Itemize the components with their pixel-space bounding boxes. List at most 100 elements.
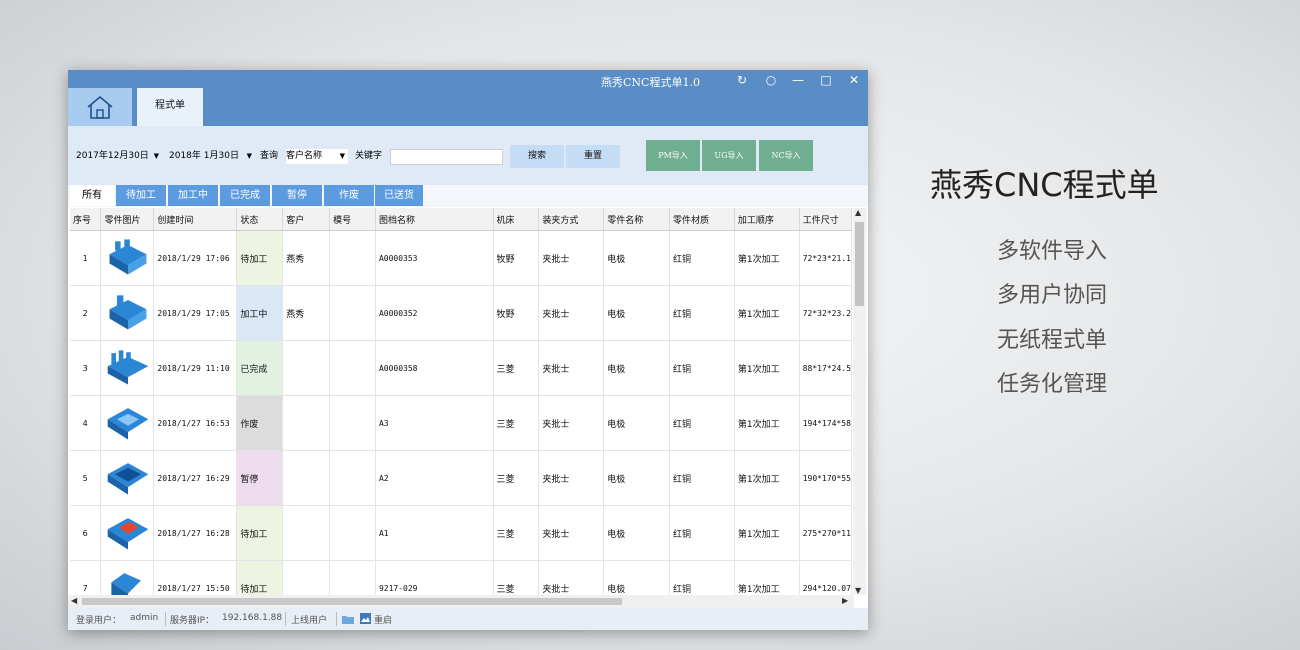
cell-process-order: 第1次加工 xyxy=(734,505,800,561)
online-users-label[interactable]: 上线用户 xyxy=(291,613,327,626)
image-icon[interactable] xyxy=(360,613,371,624)
app-window: 燕秀CNC程式单1.0 ↻ ○ — □ ✕ 程式单 2017年12月30日 ▼ 2… xyxy=(68,70,868,630)
settings-icon[interactable]: ○ xyxy=(763,72,779,88)
cell-clamp: 夹批士 xyxy=(538,395,605,451)
cell-process-order: 第1次加工 xyxy=(734,560,800,595)
cell-machine: 牧野 xyxy=(493,285,540,341)
cell-created-time: 2018/1/27 16:53 xyxy=(153,395,238,451)
restart-label[interactable]: 重启 xyxy=(374,613,392,626)
tab-all[interactable]: 所有 xyxy=(70,185,114,206)
column-header-status[interactable]: 状态 xyxy=(236,208,284,231)
table-row[interactable]: 4 2018/1/27 16:53 作废 A3 三菱 夹批士 电极 红铜 第1次加工 194*17… xyxy=(70,395,852,451)
home-tab[interactable] xyxy=(68,88,132,126)
table-row[interactable]: 1 2018/1/29 17:06 待加工 燕秀 A0000353 牧野 夹批士 电极 红铜 第1… xyxy=(70,230,852,286)
vertical-scroll-thumb[interactable] xyxy=(855,222,864,306)
tab-delivered[interactable]: 已送货 xyxy=(375,185,423,206)
tab-pending[interactable]: 待加工 xyxy=(116,185,166,206)
pm-import-button[interactable]: PM导入 xyxy=(646,140,700,171)
tab-voided[interactable]: 作废 xyxy=(324,185,374,206)
tab-paused[interactable]: 暂停 xyxy=(272,185,322,206)
promo-feature: 多用户协同 xyxy=(997,283,1108,308)
cell-index: 6 xyxy=(70,505,102,561)
cell-index: 1 xyxy=(70,230,102,286)
cell-customer xyxy=(282,395,331,451)
date-from-picker[interactable]: 2017年12月30日 ▼ xyxy=(76,149,162,164)
reset-button[interactable]: 重置 xyxy=(566,145,620,168)
part-thumbnail xyxy=(100,560,155,595)
cell-machine: 三菱 xyxy=(493,560,540,595)
cell-size: 275*270*11 xyxy=(799,505,852,561)
column-header-file-name[interactable]: 图档名称 xyxy=(375,208,494,231)
scroll-down-icon[interactable]: ▼ xyxy=(855,586,861,595)
cell-machine: 三菱 xyxy=(493,450,540,506)
part-thumbnail xyxy=(100,450,155,506)
tab-processing[interactable]: 加工中 xyxy=(168,185,218,206)
chevron-down-icon: ▼ xyxy=(246,152,252,160)
scroll-right-icon[interactable]: ▶ xyxy=(842,596,848,605)
column-header-created-time[interactable]: 创建时间 xyxy=(153,208,238,231)
cell-status: 作废 xyxy=(236,395,284,451)
chevron-down-icon: ▼ xyxy=(339,152,345,160)
tab-completed[interactable]: 已完成 xyxy=(220,185,270,206)
column-header-mold-no[interactable]: 模号 xyxy=(329,208,376,231)
scroll-left-icon[interactable]: ◀ xyxy=(71,596,77,605)
table-row[interactable]: 7 2018/1/27 15:50 待加工 9217-029 三菱 夹批士 电极 红铜 第1次加… xyxy=(70,560,852,595)
cell-machine: 牧野 xyxy=(493,230,540,286)
cell-clamp: 夹批士 xyxy=(538,340,605,396)
close-icon[interactable]: ✕ xyxy=(846,72,862,88)
column-header-machine[interactable]: 机床 xyxy=(493,208,540,231)
refresh-icon[interactable]: ↻ xyxy=(734,72,750,88)
cell-size: 88*17*24.5 xyxy=(799,340,852,396)
column-header-part-name[interactable]: 零件名称 xyxy=(603,208,671,231)
cell-clamp: 夹批士 xyxy=(538,560,605,595)
cell-process-order: 第1次加工 xyxy=(734,395,800,451)
minimize-icon[interactable]: — xyxy=(790,72,806,88)
table-row[interactable]: 5 2018/1/27 16:29 暂停 A2 三菱 夹批士 电极 红铜 第1次加工 190*17… xyxy=(70,450,852,506)
vertical-scrollbar[interactable]: ▲ ▼ xyxy=(853,208,866,595)
cell-created-time: 2018/1/27 15:50 xyxy=(153,560,238,595)
horizontal-scroll-thumb[interactable] xyxy=(82,598,622,605)
cell-file-name: A3 xyxy=(375,395,494,451)
cell-created-time: 2018/1/29 17:06 xyxy=(153,230,238,286)
column-header-customer[interactable]: 客户 xyxy=(282,208,331,231)
user-value: admin xyxy=(130,613,159,623)
table-row[interactable]: 6 2018/1/27 16:28 待加工 A1 三菱 夹批士 电极 红铜 第1次加工 275*2… xyxy=(70,505,852,561)
maximize-icon[interactable]: □ xyxy=(818,72,834,88)
home-icon xyxy=(87,95,113,119)
column-header-clamp[interactable]: 装夹方式 xyxy=(538,208,605,231)
search-button[interactable]: 搜索 xyxy=(510,145,564,168)
column-header-thumbnail[interactable]: 零件图片 xyxy=(100,208,155,231)
cell-file-name: A0000352 xyxy=(375,285,494,341)
cell-clamp: 夹批士 xyxy=(538,285,605,341)
horizontal-scrollbar[interactable]: ◀ ▶ xyxy=(68,595,854,608)
folder-icon[interactable] xyxy=(342,614,354,624)
cell-material: 红铜 xyxy=(669,505,735,561)
part-3d-model-icon xyxy=(109,238,147,275)
keyword-input[interactable] xyxy=(390,149,503,165)
date-to-picker[interactable]: 2018年 1月30日 ▼ xyxy=(169,149,255,164)
column-header-size[interactable]: 工件尺寸 xyxy=(799,208,852,231)
cell-created-time: 2018/1/29 17:05 xyxy=(153,285,238,341)
cell-file-name: A0000353 xyxy=(375,230,494,286)
keyword-label: 关键字 xyxy=(355,151,383,161)
column-header-material[interactable]: 零件材质 xyxy=(669,208,735,231)
part-thumbnail xyxy=(100,340,155,396)
part-3d-model-icon xyxy=(108,407,149,440)
program-table: 序号 零件图片 创建时间 状态 客户 模号 图档名称 机床 装夹方式 零件名称 零件材质 加工顺序 工件… xyxy=(70,208,852,595)
cell-material: 红铜 xyxy=(669,285,735,341)
tab-program-sheet[interactable]: 程式单 xyxy=(137,88,203,126)
ug-import-button[interactable]: UG导入 xyxy=(702,140,756,171)
table-row[interactable]: 3 2018/1/29 11:10 已完成 A0000358 三菱 夹批士 电极 红铜 第1次加… xyxy=(70,340,852,396)
query-field-select[interactable]: 客户名称 ▼ xyxy=(286,149,348,164)
cell-part-name: 电极 xyxy=(603,395,671,451)
nc-import-button[interactable]: NC导入 xyxy=(759,140,813,171)
scroll-up-icon[interactable]: ▲ xyxy=(855,208,861,217)
column-header-process-order[interactable]: 加工顺序 xyxy=(734,208,800,231)
table-row[interactable]: 2 2018/1/29 17:05 加工中 燕秀 A0000352 牧野 夹批士 电极 红铜 第1… xyxy=(70,285,852,341)
cell-customer xyxy=(282,505,331,561)
cell-size: 72*23*21.1 xyxy=(799,230,852,286)
cell-process-order: 第1次加工 xyxy=(734,230,800,286)
date-to-value: 2018年 1月30日 xyxy=(169,151,239,161)
cell-index: 2 xyxy=(70,285,102,341)
column-header-index[interactable]: 序号 xyxy=(70,208,102,231)
